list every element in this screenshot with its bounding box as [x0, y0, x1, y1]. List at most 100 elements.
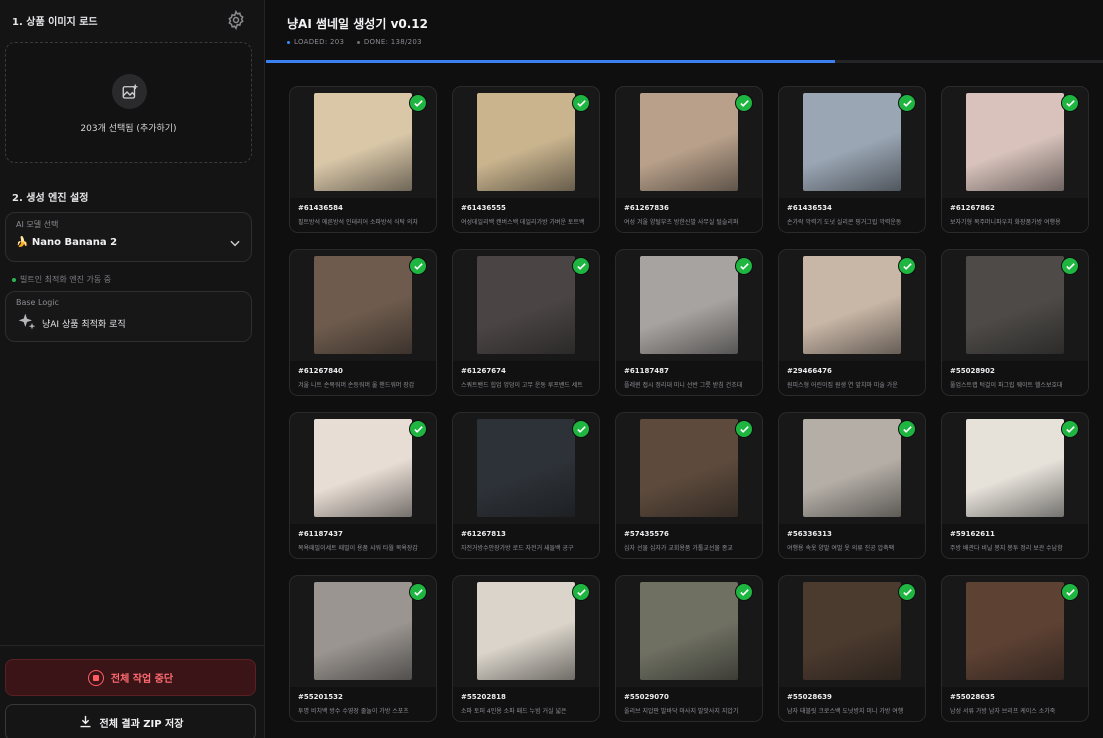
product-id: #57435576 [624, 530, 669, 538]
product-thumbnail [640, 256, 738, 354]
gear-icon[interactable] [226, 9, 246, 31]
stop-all-button[interactable]: 전체 작업 중단 [5, 659, 256, 696]
product-name: 풀업스트랩 턱걸이 파그립 웨이트 헬스보호대 [950, 382, 1063, 389]
product-thumbnail [966, 582, 1064, 680]
product-thumbnail [803, 93, 901, 191]
product-id: #61267813 [461, 530, 506, 538]
chevron-down-icon [228, 235, 242, 249]
product-info: #59162611 주방 배관다 비닐 봉지 봉투 정리 보관 수납함 [942, 524, 1088, 558]
selected-count-text: 203개 선택됨 (추가하기) [80, 124, 177, 134]
progress-bar [266, 60, 1103, 63]
product-id: #29466476 [787, 367, 832, 375]
product-card[interactable]: #61187437 목욕때밀이세트 때밀이 용품 샤워 타월 목욕장갑 [289, 412, 437, 559]
product-info: #55029070 올리브 지압판 발바닥 마사지 발맛사지 지압기 [616, 687, 762, 721]
product-card[interactable]: #61267813 자전거방수안장가방 로드 자전거 새들백 공구 [452, 412, 600, 559]
progress-fill [266, 60, 836, 63]
check-icon [735, 94, 753, 112]
product-card[interactable]: #55202818 소파 토퍼 4인용 소파 패드 누빔 거실 넓은 [452, 575, 600, 722]
product-info: #61267674 스쿼트밴드 힙업 엉덩이 고무 운동 루프밴드 세트 [453, 361, 599, 395]
product-name: 겨울 니트 손목워머 손등워머 울 핸드워머 장갑 [298, 382, 415, 389]
product-card[interactable]: #61267862 보자기형 복주머니파우치 화장품가방 여행용 [941, 86, 1089, 233]
section-title-engine: 2. 생성 엔진 설정 [12, 193, 89, 204]
product-name: 목욕때밀이세트 때밀이 용품 샤워 타월 목욕장갑 [298, 545, 418, 552]
product-card[interactable]: #61267840 겨울 니트 손목워머 손등워머 울 핸드워머 장갑 [289, 249, 437, 396]
done-dot [356, 40, 360, 44]
check-icon [1061, 583, 1079, 601]
product-id: #61267674 [461, 367, 506, 375]
loaded-dot [287, 40, 290, 44]
product-card[interactable]: #55201532 투명 비치백 방수 수영장 줄놀이 가방 스포츠 [289, 575, 437, 722]
check-icon [898, 94, 916, 112]
check-icon [409, 420, 427, 438]
product-name: 투명 비치백 방수 수영장 줄놀이 가방 스포츠 [298, 708, 409, 715]
image-dropzone[interactable]: 203개 선택됨 (추가하기) [5, 42, 252, 163]
download-icon [78, 714, 93, 732]
save-zip-button[interactable]: 전체 결과 ZIP 저장 [5, 704, 256, 738]
product-info: #55028639 남자 태블릿 크로스백 도넛방지 미니 가방 여행 [779, 687, 925, 721]
product-card[interactable]: #55028639 남자 태블릿 크로스백 도넛방지 미니 가방 여행 [778, 575, 926, 722]
product-name: 여성 겨울 양털부츠 방한신발 사무실 털슬리퍼 [624, 219, 739, 226]
product-card[interactable]: #61267836 여성 겨울 양털부츠 방한신발 사무실 털슬리퍼 [615, 86, 763, 233]
product-id: #55028902 [950, 367, 995, 375]
check-icon [572, 420, 590, 438]
product-name: 소파 토퍼 4인용 소파 패드 누빔 거실 넓은 [461, 708, 567, 715]
product-card[interactable]: #61267674 스쿼트밴드 힙업 엉덩이 고무 운동 루프밴드 세트 [452, 249, 600, 396]
stop-all-label: 전체 작업 중단 [110, 674, 174, 685]
product-card[interactable]: #29466476 원피스형 어린이집 원생 연 앞치마 미술 가운 [778, 249, 926, 396]
product-card[interactable]: #55028902 풀업스트랩 턱걸이 파그립 웨이트 헬스보호대 [941, 249, 1089, 396]
product-id: #56336313 [787, 530, 832, 538]
model-select[interactable]: AI 모델 선택 🍌 Nano Banana 2 [5, 212, 252, 262]
product-name: 남자 태블릿 크로스백 도넛방지 미니 가방 여행 [787, 708, 904, 715]
product-card[interactable]: #57435576 십자 선물 십자가 교회용품 가톨교선물 종교 [615, 412, 763, 559]
product-thumbnail [640, 93, 738, 191]
product-name: 플레퀸 접시 정리대 미니 선반 그릇 받침 건조대 [624, 382, 743, 389]
product-name: 십자 선물 십자가 교회용품 가톨교선물 종교 [624, 545, 733, 552]
product-card[interactable]: #61436584 필트방석 에른방석 인테리어 소파방석 식탁 의자 [289, 86, 437, 233]
base-logic-label: Base Logic [16, 298, 59, 307]
product-id: #55029070 [624, 693, 669, 701]
product-thumbnail [640, 582, 738, 680]
product-thumbnail [314, 419, 412, 517]
loaded-count: LOADED: 203 [294, 38, 345, 46]
product-info: #61267813 자전거방수안장가방 로드 자전거 새들백 공구 [453, 524, 599, 558]
product-card[interactable]: #55028635 남성 서류 가방 남자 브리프 케이스 소가죽 [941, 575, 1089, 722]
product-thumbnail [803, 256, 901, 354]
check-icon [1061, 420, 1079, 438]
product-info: #55201532 투명 비치백 방수 수영장 줄놀이 가방 스포츠 [290, 687, 436, 721]
product-name: 남성 서류 가방 남자 브리프 케이스 소가죽 [950, 708, 1056, 715]
product-name: 올리브 지압판 발바닥 마사지 발맛사지 지압기 [624, 708, 739, 715]
product-name: 자전거방수안장가방 로드 자전거 새들백 공구 [461, 545, 574, 552]
product-name: 여성데일리백 캔버스백 데일리가방 가벼운 토트백 [461, 219, 585, 226]
model-select-value: 🍌 Nano Banana 2 [16, 237, 118, 248]
page-title: 냥AI 썸네일 생성기 v0.12 [287, 17, 428, 31]
product-thumbnail [803, 419, 901, 517]
product-thumbnail [477, 419, 575, 517]
thumbnail-grid: #61436584 필트방석 에른방석 인테리어 소파방석 식탁 의자 #61436… [289, 86, 1093, 738]
product-name: 필트방석 에른방석 인테리어 소파방석 식탁 의자 [298, 219, 418, 226]
product-thumbnail [477, 256, 575, 354]
product-info: #61187487 플레퀸 접시 정리대 미니 선반 그릇 받침 건조대 [616, 361, 762, 395]
check-icon [735, 420, 753, 438]
check-icon [898, 583, 916, 601]
section-title-image-load: 1. 상품 이미지 로드 [12, 17, 98, 28]
product-id: #61436555 [461, 204, 506, 212]
product-info: #55202818 소파 토퍼 4인용 소파 패드 누빔 거실 넓은 [453, 687, 599, 721]
product-thumbnail [314, 582, 412, 680]
model-select-label: AI 모델 선택 [16, 220, 59, 229]
product-card[interactable]: #61436555 여성데일리백 캔버스백 데일리가방 가벼운 토트백 [452, 86, 600, 233]
product-card[interactable]: #59162611 주방 배관다 비닐 봉지 봉투 정리 보관 수납함 [941, 412, 1089, 559]
product-id: #55201532 [298, 693, 343, 701]
product-card[interactable]: #55029070 올리브 지압판 발바닥 마사지 발맛사지 지압기 [615, 575, 763, 722]
product-thumbnail [803, 582, 901, 680]
save-zip-label: 전체 결과 ZIP 저장 [99, 719, 184, 730]
product-card[interactable]: #61436534 손가락 악력기 도넛 실리콘 핑거그립 악력운동 [778, 86, 926, 233]
product-info: #61267840 겨울 니트 손목워머 손등워머 울 핸드워머 장갑 [290, 361, 436, 395]
check-icon [898, 420, 916, 438]
engine-status-text: 빌트인 최적화 엔진 가동 중 [20, 275, 112, 284]
product-card[interactable]: #61187487 플레퀸 접시 정리대 미니 선반 그릇 받침 건조대 [615, 249, 763, 396]
product-card[interactable]: #56336313 여행용 속옷 양말 여벌 옷 의류 진공 압축팩 [778, 412, 926, 559]
check-icon [409, 257, 427, 275]
check-icon [898, 257, 916, 275]
check-icon [1061, 257, 1079, 275]
product-name: 스쿼트밴드 힙업 엉덩이 고무 운동 루프밴드 세트 [461, 382, 583, 389]
